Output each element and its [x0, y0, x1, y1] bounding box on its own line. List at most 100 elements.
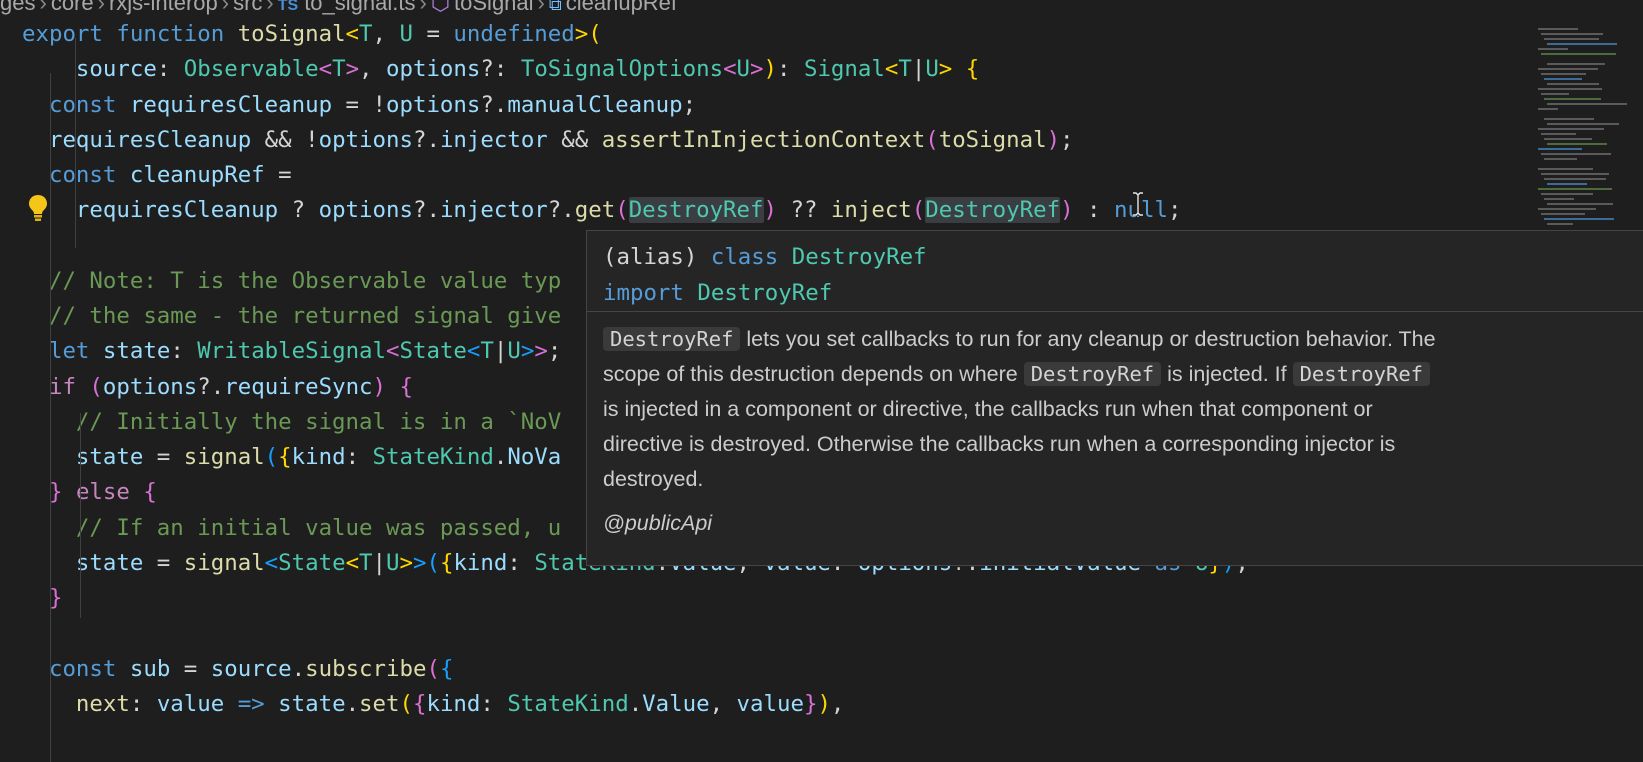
- code-line[interactable]: requiresCleanup ? options?.injector?.get…: [22, 192, 1181, 229]
- code-token: ?.: [197, 373, 225, 400]
- code-token: injector: [439, 197, 548, 224]
- code-token: requiresCleanup: [129, 91, 333, 118]
- code-line[interactable]: requiresCleanup && !options?.injector &&…: [22, 122, 1074, 159]
- code-token: >: [345, 56, 360, 83]
- code-token: manualCleanup: [507, 91, 683, 118]
- code-token: next: [75, 690, 130, 717]
- code-token: :: [129, 690, 157, 717]
- code-token: ToSignalOptions: [520, 56, 724, 83]
- breadcrumb-item[interactable]: ges: [0, 0, 35, 15]
- code-token: (: [615, 197, 629, 224]
- minimap-line: [1541, 93, 1569, 95]
- code-token: state: [278, 690, 346, 717]
- breadcrumb-item[interactable]: core: [51, 0, 94, 15]
- code-line[interactable]: }: [22, 580, 62, 617]
- minimap-line: [1544, 98, 1601, 100]
- code-token: {: [399, 373, 413, 400]
- code-line[interactable]: export function toSignal<T, U = undefine…: [22, 18, 602, 53]
- breadcrumb-item[interactable]: src: [233, 0, 262, 15]
- code-line[interactable]: // the same - the returned signal give: [22, 298, 561, 335]
- code-token: <: [345, 549, 360, 576]
- code-line[interactable]: state = signal({kind: StateKind.NoVa: [22, 439, 561, 476]
- breadcrumb-function[interactable]: toSignal: [454, 0, 534, 15]
- minimap-line: [1538, 148, 1582, 150]
- code-token: ,: [830, 690, 845, 717]
- hover-doc-line: destroyed.: [603, 462, 1627, 497]
- code-token: source: [75, 56, 157, 83]
- code-token: (: [426, 549, 440, 576]
- signature-token: [778, 244, 791, 270]
- code-token: >: [399, 549, 413, 576]
- code-token: ;: [1060, 126, 1074, 153]
- code-token: sub: [129, 655, 171, 682]
- code-token: :: [480, 690, 508, 717]
- minimap-line: [1547, 83, 1599, 85]
- breadcrumb-item[interactable]: rxjs-interop: [109, 0, 218, 15]
- breadcrumb-variable[interactable]: cleanupRef: [566, 0, 677, 15]
- code-line[interactable]: // If an initial value was passed, u: [22, 510, 561, 547]
- code-token: subscribe: [305, 655, 427, 682]
- breadcrumb-separator: ›: [221, 0, 230, 15]
- code-token: StateKind: [372, 444, 494, 470]
- minimap-line: [1538, 128, 1604, 130]
- code-token: DestroyRef: [925, 197, 1061, 224]
- lightbulb-icon[interactable]: [26, 193, 50, 223]
- code-line[interactable]: const requiresCleanup = !options?.manual…: [22, 87, 696, 124]
- code-line[interactable]: let state: WritableSignal<State<T|U>>;: [22, 333, 561, 370]
- breadcrumb-file[interactable]: to_signal.ts: [304, 0, 415, 15]
- code-line[interactable]: // Initially the signal is in a `NoV: [22, 404, 561, 441]
- code-token: ,: [709, 690, 737, 717]
- code-token: ?.: [412, 197, 440, 224]
- code-token: options: [318, 126, 413, 153]
- code-token: options: [102, 373, 198, 400]
- code-token: {: [439, 655, 454, 682]
- code-line[interactable]: if (options?.requireSync) {: [22, 369, 413, 406]
- breadcrumb[interactable]: ges › core › rxjs-interop › src › TS to_signal.ts…: [0, 0, 1470, 18]
- hover-documentation: DestroyRef lets you set callbacks to run…: [587, 312, 1643, 497]
- breadcrumb-separator: ›: [537, 0, 545, 15]
- minimap-line: [1538, 48, 1568, 50]
- minimap-line: [1541, 53, 1616, 55]
- code-token: function: [116, 21, 225, 47]
- code-token: {: [143, 479, 157, 506]
- code-line[interactable]: // Note: T is the Observable value typ: [22, 263, 561, 300]
- code-token: >: [750, 56, 764, 83]
- code-token: inject: [830, 197, 912, 224]
- minimap-line: [1547, 143, 1607, 145]
- code-token: set: [359, 690, 400, 717]
- code-token: ): [763, 197, 777, 224]
- code-token: // Note: T is the Observable value typ: [48, 267, 562, 294]
- code-token: // the same - the returned signal give: [48, 303, 562, 329]
- minimap-line: [1541, 193, 1593, 195]
- code-token: WritableSignal: [197, 338, 387, 365]
- code-token: =: [170, 655, 211, 682]
- code-token: =: [412, 21, 454, 47]
- code-line[interactable]: } else {: [22, 474, 157, 511]
- code-token: state: [102, 338, 171, 365]
- code-line[interactable]: const sub = source.subscribe({: [22, 651, 453, 688]
- code-token: >: [534, 338, 548, 365]
- hover-doc-line: is injected in a component or directive,…: [603, 392, 1627, 427]
- code-token: export: [22, 21, 103, 47]
- code-line[interactable]: source: Observable<T>, options?: ToSigna…: [22, 51, 979, 88]
- code-line[interactable]: const cleanupRef =: [22, 157, 292, 194]
- code-token: =: [264, 162, 292, 188]
- code-token: const: [48, 162, 117, 188]
- code-token: // If an initial value was passed, u: [75, 514, 562, 541]
- inline-code: DestroyRef: [1292, 362, 1431, 386]
- code-token: <: [264, 549, 279, 576]
- code-line[interactable]: next: value => state.set({kind: StateKin…: [22, 686, 844, 723]
- minimap-line: [1544, 118, 1594, 120]
